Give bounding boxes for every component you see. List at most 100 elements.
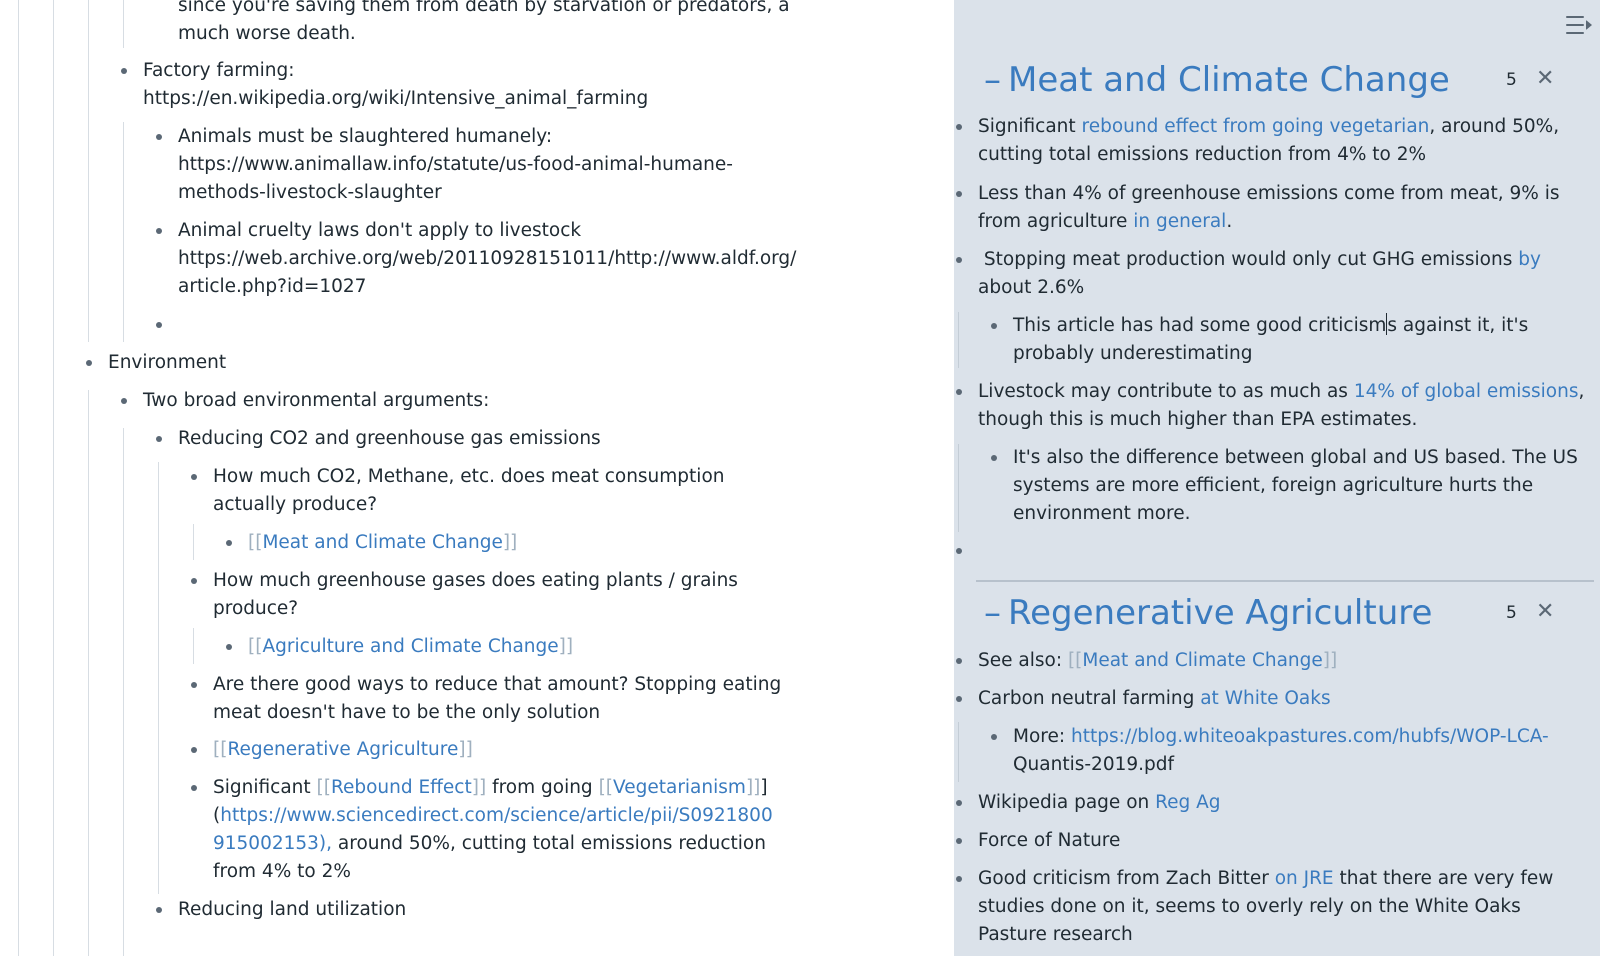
block-text[interactable]: cutting total emissions reduction from 4… <box>978 141 1426 170</box>
bullet-empty[interactable] <box>956 548 962 554</box>
close-icon[interactable]: ✕ <box>1536 599 1554 624</box>
link-about-2-6[interactable]: by <box>1518 249 1541 270</box>
bullet[interactable] <box>956 800 962 806</box>
block-text[interactable]: See also: [[Meat and Climate Change]] <box>978 647 1337 676</box>
block-text[interactable]: Carbon neutral farming at White Oaks <box>978 685 1331 714</box>
block-text[interactable]: from agriculture in general. <box>978 208 1232 237</box>
block-text[interactable]: since you're saving them from death by s… <box>178 0 790 21</box>
block-text[interactable]: More: https://blog.whiteoakpastures.com/… <box>1013 723 1549 752</box>
bullet[interactable] <box>991 734 997 740</box>
close-icon[interactable]: ✕ <box>1536 66 1554 91</box>
block-text[interactable]: Animal cruelty laws don't apply to lives… <box>178 217 581 246</box>
block-text[interactable]: much worse death. <box>178 20 356 49</box>
link-global-emissions[interactable]: 14% of global emissions <box>1354 381 1579 402</box>
link-animallaw[interactable]: https://www.animallaw.info/statute/us-fo… <box>178 151 733 180</box>
link-web-archive[interactable]: https://web.archive.org/web/201109281510… <box>178 245 796 274</box>
block-text[interactable]: studies done on it, seems to overly rely… <box>978 893 1521 922</box>
bullet[interactable] <box>191 747 197 753</box>
indent-guide <box>53 0 54 956</box>
bullet[interactable] <box>956 191 962 197</box>
bullet-empty[interactable] <box>156 322 162 328</box>
link-in-general[interactable]: in general <box>1133 211 1226 232</box>
block-text[interactable]: Pasture research <box>978 921 1133 950</box>
bullet[interactable] <box>191 785 197 791</box>
block-text[interactable]: Animals must be slaughtered humanely: <box>178 123 552 152</box>
link-sciencedirect[interactable]: 915002153), <box>213 833 332 854</box>
block-text[interactable]: It's also the difference between global … <box>1013 444 1578 473</box>
page-ref-regenerative-agriculture[interactable]: Regenerative Agriculture <box>227 739 458 760</box>
indent-guide <box>958 312 959 368</box>
block-text[interactable]: Reducing CO2 and greenhouse gas emission… <box>178 425 601 454</box>
block-text[interactable]: though this is much higher than EPA esti… <box>978 406 1417 435</box>
block-text[interactable]: Good criticism from Zach Bitter on JRE t… <box>978 865 1553 894</box>
toggle-sidebar-icon[interactable] <box>1566 14 1592 36</box>
block-text[interactable]: Stopping meat production would only cut … <box>978 246 1541 275</box>
bullet[interactable] <box>956 658 962 664</box>
bullet[interactable] <box>956 876 962 882</box>
bullet[interactable] <box>956 838 962 844</box>
page-ref-meat-and-climate-change[interactable]: Meat and Climate Change <box>1082 650 1322 671</box>
bullet[interactable] <box>156 134 162 140</box>
block-text[interactable]: from 4% to 2% <box>213 858 351 887</box>
bullet[interactable] <box>121 68 127 74</box>
block-text[interactable]: environment more. <box>1013 500 1191 529</box>
sidebar-page-title[interactable]: Meat and Climate Change <box>1008 60 1450 100</box>
block-text[interactable]: Livestock may contribute to as much as 1… <box>978 378 1584 407</box>
block-text[interactable]: actually produce? <box>213 491 377 520</box>
bullet[interactable] <box>956 124 962 130</box>
bullet[interactable] <box>191 474 197 480</box>
sidebar-page-title[interactable]: Regenerative Agriculture <box>1008 593 1432 633</box>
block-text[interactable]: (https://www.sciencedirect.com/science/a… <box>213 802 773 831</box>
block-text[interactable]: meat doesn't have to be the only solutio… <box>213 699 600 728</box>
bullet[interactable] <box>991 323 997 329</box>
page-ref-meat-and-climate-change[interactable]: Meat and Climate Change <box>262 532 502 553</box>
block-text[interactable]: Environment <box>108 349 226 378</box>
block-text[interactable]: Less than 4% of greenhouse emissions com… <box>978 180 1559 209</box>
link-wikipedia-intensive-farming[interactable]: https://en.wikipedia.org/wiki/Intensive_… <box>143 85 648 114</box>
block-text[interactable]: probably underestimating <box>1013 340 1252 369</box>
block-text[interactable]: Wikipedia page on Reg Ag <box>978 789 1221 818</box>
bullet[interactable] <box>226 540 232 546</box>
collapse-page-toggle[interactable]: – <box>984 593 1001 633</box>
link-white-oaks[interactable]: at White Oaks <box>1200 688 1330 709</box>
link-whiteoak-pdf[interactable]: https://blog.whiteoakpastures.com/hubfs/… <box>1071 726 1549 747</box>
bullet[interactable] <box>956 257 962 263</box>
link-whiteoak-pdf[interactable]: Quantis-2019.pdf <box>1013 751 1174 780</box>
link-reg-ag[interactable]: Reg Ag <box>1155 792 1220 813</box>
block-text[interactable]: Reducing land utilization <box>178 896 406 925</box>
block-text[interactable]: Two broad environmental arguments: <box>143 387 489 416</box>
block-text[interactable]: 915002153), around 50%, cutting total em… <box>213 830 766 859</box>
block-text[interactable]: Factory farming: <box>143 57 294 86</box>
bullet[interactable] <box>956 389 962 395</box>
text-span: Significant <box>213 777 317 798</box>
link-rebound-effect[interactable]: rebound effect from going vegetarian <box>1082 116 1430 137</box>
page-ref-vegetarianism[interactable]: Vegetarianism <box>613 777 746 798</box>
page-ref-agriculture-and-climate-change[interactable]: Agriculture and Climate Change <box>262 636 558 657</box>
bullet[interactable] <box>956 696 962 702</box>
block-text[interactable]: Significant rebound effect from going ve… <box>978 113 1559 142</box>
block-text-editing[interactable]: This article has had some good criticism… <box>1013 312 1528 341</box>
bullet[interactable] <box>191 578 197 584</box>
block-text[interactable]: systems are more efficient, foreign agri… <box>1013 472 1533 501</box>
block-text[interactable]: Force of Nature <box>978 827 1120 856</box>
link-sciencedirect[interactable]: https://www.sciencedirect.com/science/ar… <box>220 805 773 826</box>
link-about-2-6[interactable]: about 2.6% <box>978 274 1084 303</box>
bullet[interactable] <box>156 907 162 913</box>
bullet[interactable] <box>226 644 232 650</box>
bullet[interactable] <box>86 360 92 366</box>
block-text[interactable]: Are there good ways to reduce that amoun… <box>213 671 781 700</box>
page-ref-rebound-effect[interactable]: Rebound Effect <box>331 777 472 798</box>
collapse-page-toggle[interactable]: – <box>984 60 1001 100</box>
bullet[interactable] <box>991 455 997 461</box>
bullet[interactable] <box>156 228 162 234</box>
block-text[interactable]: How much CO2, Methane, etc. does meat co… <box>213 463 725 492</box>
link-on-jre[interactable]: on JRE <box>1275 868 1334 889</box>
bullet[interactable] <box>156 436 162 442</box>
link-web-archive[interactable]: article.php?id=1027 <box>178 273 366 302</box>
link-animallaw[interactable]: methods-livestock-slaughter <box>178 179 442 208</box>
bullet[interactable] <box>121 398 127 404</box>
block-text[interactable]: produce? <box>213 595 298 624</box>
block-text[interactable]: Significant [[Rebound Effect]] from goin… <box>213 774 768 803</box>
bullet[interactable] <box>191 682 197 688</box>
block-text[interactable]: How much greenhouse gases does eating pl… <box>213 567 738 596</box>
